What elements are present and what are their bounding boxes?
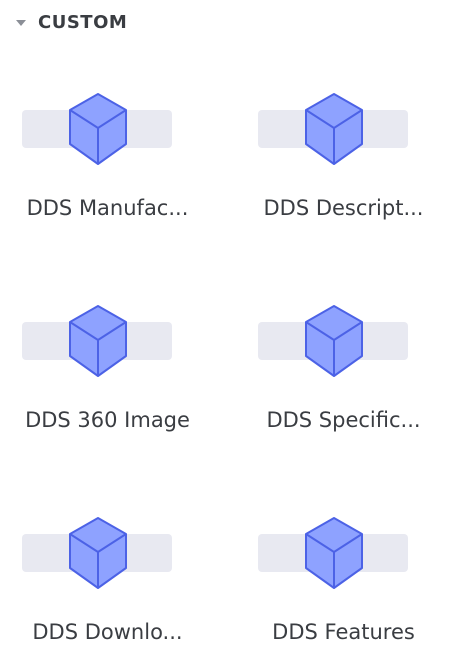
- cube-icon: [305, 305, 363, 377]
- widget-label: DDS Features: [272, 620, 415, 644]
- widget-tile[interactable]: DDS Descript...: [236, 88, 450, 248]
- widget-tile[interactable]: DDS Manufac...: [0, 88, 215, 248]
- widget-label: DDS 360 Image: [25, 408, 190, 432]
- widget-label: DDS Specific...: [266, 408, 421, 432]
- tile-preview: [258, 300, 408, 382]
- widget-grid: DDS Manufac... DDS Descript... DDS 360 I…: [0, 0, 450, 644]
- widget-tile[interactable]: DDS Features: [236, 512, 450, 672]
- widget-tile[interactable]: DDS 360 Image: [0, 300, 215, 460]
- cube-icon: [69, 517, 127, 589]
- widget-tile[interactable]: DDS Downlo...: [0, 512, 215, 672]
- tile-preview: [22, 88, 172, 170]
- widget-tile[interactable]: DDS Specific...: [236, 300, 450, 460]
- tile-preview: [258, 512, 408, 594]
- widget-label: DDS Downlo...: [32, 620, 183, 644]
- widget-label: DDS Manufac...: [26, 196, 189, 220]
- widget-label: DDS Descript...: [263, 196, 424, 220]
- cube-icon: [305, 517, 363, 589]
- cube-icon: [69, 305, 127, 377]
- cube-icon: [305, 93, 363, 165]
- tile-preview: [258, 88, 408, 170]
- tile-preview: [22, 512, 172, 594]
- tile-preview: [22, 300, 172, 382]
- cube-icon: [69, 93, 127, 165]
